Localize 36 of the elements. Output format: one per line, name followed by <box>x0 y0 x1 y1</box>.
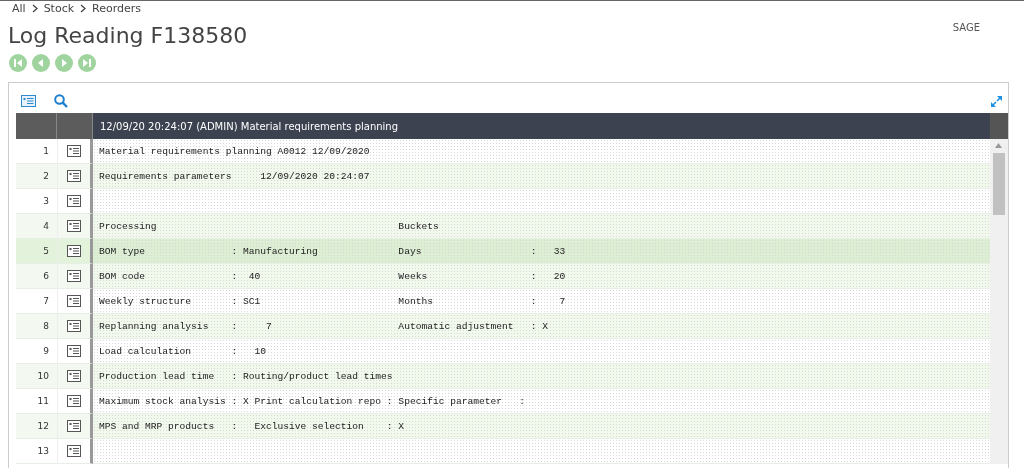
row-detail-icon[interactable] <box>67 445 81 457</box>
header-cell <box>16 113 57 139</box>
row-detail-icon[interactable] <box>67 420 81 432</box>
row-detail-icon[interactable] <box>67 220 81 232</box>
row-detail-icon[interactable] <box>67 370 81 382</box>
log-header: 12/09/20 20:24:07 (ADMIN) Material requirements planning <box>93 113 990 139</box>
row-detail-icon[interactable] <box>67 245 81 257</box>
row-detail-icon[interactable] <box>67 170 81 182</box>
row-number: 8 <box>16 314 57 339</box>
header-cell <box>57 113 93 139</box>
scrollbar-header <box>990 113 1008 139</box>
row-detail-icon[interactable] <box>67 195 81 207</box>
scrollbar-thumb[interactable] <box>993 153 1005 215</box>
row-number: 4 <box>16 214 57 239</box>
scrollbar[interactable] <box>990 139 1008 464</box>
row-number: 5 <box>16 239 57 264</box>
row-number: 2 <box>16 164 57 189</box>
chevron-icon <box>31 3 38 13</box>
list-view-icon[interactable] <box>21 95 36 107</box>
breadcrumb-link[interactable]: All <box>12 1 26 15</box>
page-title: Log Reading F138580 <box>8 22 248 50</box>
row-detail-icon[interactable] <box>67 395 81 407</box>
row-detail-icon[interactable] <box>67 270 81 282</box>
row-number: 6 <box>16 264 57 289</box>
row-detail-icon[interactable] <box>67 145 81 157</box>
expand-icon[interactable] <box>990 94 1003 108</box>
row-detail-icon[interactable] <box>67 295 81 307</box>
breadcrumb-link[interactable]: Stock <box>43 1 75 15</box>
row-detail-icon[interactable] <box>67 320 81 332</box>
row-number: 12 <box>16 414 57 439</box>
breadcrumb-link[interactable]: Reorders <box>92 1 142 15</box>
row-number: 10 <box>16 364 57 389</box>
company-label: SAGE <box>952 22 980 33</box>
row-detail-icon[interactable] <box>67 345 81 357</box>
search-icon[interactable] <box>54 94 68 108</box>
chevron-icon <box>80 3 87 13</box>
